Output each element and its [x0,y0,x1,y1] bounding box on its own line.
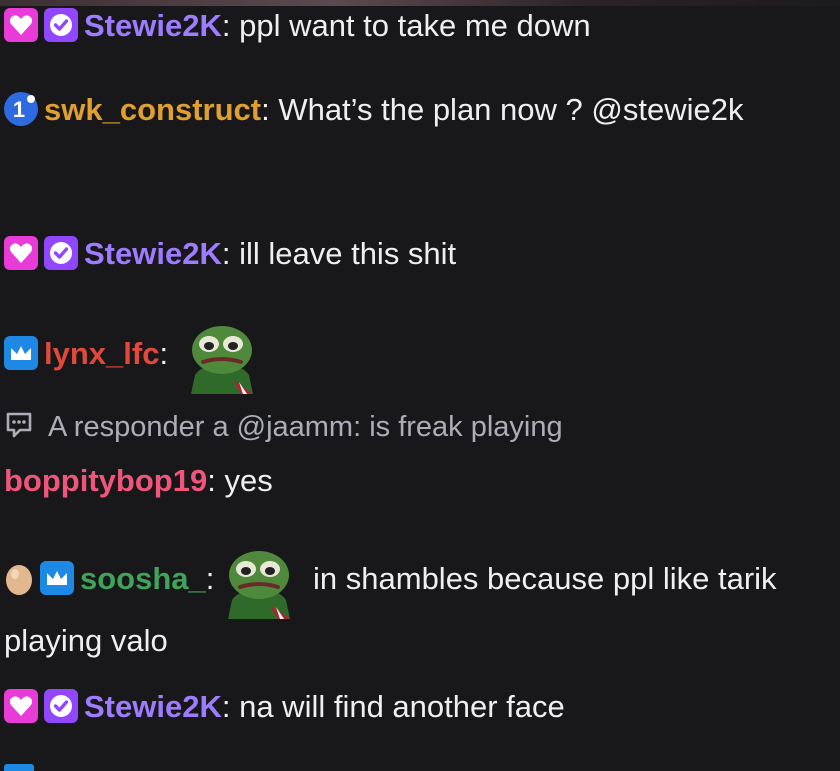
chat-username[interactable]: boppitybop19 [4,463,207,498]
chat-username[interactable]: lynx_lfc [44,336,159,371]
chat-message: 1 swk_construct: What’s the plan now ? @… [4,88,834,132]
chat-username[interactable]: soosha_ [80,561,206,596]
username-separator: : [205,561,215,596]
chat-message: Stewie2K: ppl want to take me down [4,4,834,48]
chat-username[interactable]: Stewie2K [84,689,222,724]
prime-crown-icon[interactable] [4,336,38,370]
username-separator: : [207,463,216,498]
chat-messages-list: Stewie2K: ppl want to take me down 1 swk… [0,0,840,771]
sub-heart-icon[interactable] [4,8,38,42]
message-text: ill leave this shit [230,236,457,271]
chat-message: boppitybop19: yes [4,459,834,503]
sub-heart-icon[interactable] [4,236,38,270]
chat-username[interactable]: Stewie2K [84,236,222,271]
verified-icon[interactable] [44,236,78,270]
gift-count-icon[interactable]: 1 [4,92,38,126]
message-text: na will find another face [230,689,565,724]
chat-username[interactable]: swk_construct [44,92,261,127]
chat-message: Stewie2K: ill leave this shit [4,232,834,276]
message-text: ppl want to take me down [230,8,591,43]
sub-heart-icon[interactable] [4,689,38,723]
message-text: What’s the plan now ? @stewie2k [269,92,744,127]
pepe-emote[interactable] [181,320,263,394]
reply-chat-icon [4,409,34,439]
verified-icon[interactable] [44,689,78,723]
username-separator: : [159,336,169,371]
chat-message: soosha_: in shambles because ppl like ta… [4,545,834,663]
message-text: yes [215,463,273,498]
username-separator: : [261,92,270,127]
chat-username[interactable]: Stewie2K [84,8,222,43]
pepe-emote[interactable] [218,545,300,619]
next-message-badge-partial [4,764,34,771]
svg-text:1: 1 [13,97,25,122]
egg-icon[interactable] [4,561,34,595]
chat-message: lynx_lfc: [4,320,834,394]
prime-crown-icon[interactable] [40,561,74,595]
reply-notice-text: A responder a @jaamm: is freak playing [48,411,563,443]
verified-icon[interactable] [44,8,78,42]
reply-notice[interactable]: A responder a @jaamm: is freak playing [4,405,834,449]
chat-message: Stewie2K: na will find another face [4,685,834,729]
